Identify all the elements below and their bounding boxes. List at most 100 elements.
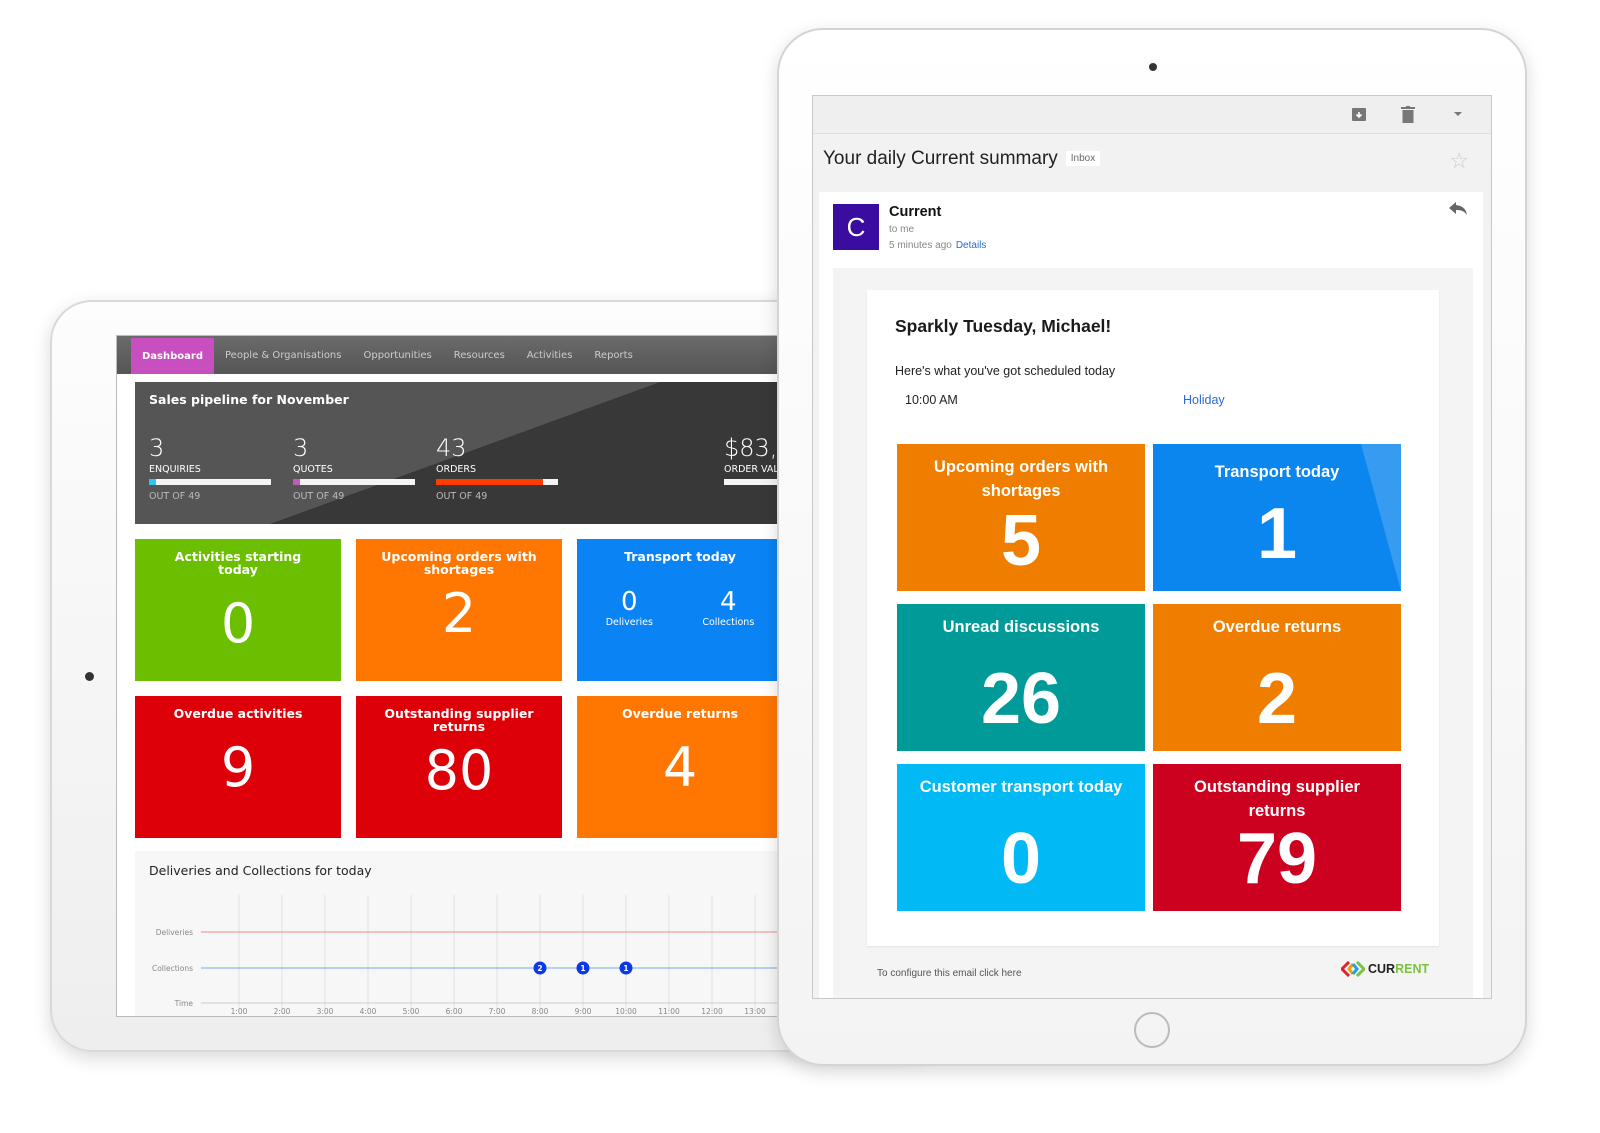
tile-overdue-returns[interactable]: Overdue returns 4 [577, 696, 780, 838]
x-tick-label: 2:00 [274, 1007, 291, 1016]
tile-title: Upcoming orders with shortages [933, 458, 1109, 500]
tile-title: Transport today [1214, 463, 1340, 481]
x-tick-label: 4:00 [360, 1007, 377, 1016]
subject-text: Your daily Current summary [823, 148, 1058, 169]
tile-title: Overdue returns [1212, 618, 1342, 636]
tile-title: Outstanding supplier returns [1194, 778, 1360, 820]
progress-bar [436, 479, 558, 485]
deliveries-count: 0 Deliveries [606, 587, 653, 628]
tile-title: Outstanding supplier returns [384, 706, 534, 734]
x-tick-label: 8:00 [532, 1007, 549, 1016]
camera [1149, 63, 1157, 71]
sent-time: 5 minutes ago Details [889, 240, 986, 251]
x-tick-label: 5:00 [403, 1007, 420, 1016]
main-nav: Dashboard People & Organisations Opportu… [117, 336, 780, 374]
email-screen: Your daily Current summary Inbox ☆ C Curr… [812, 95, 1492, 999]
tile-value: 79 [1236, 819, 1318, 899]
email-tile-upcoming-orders-shortages[interactable]: Upcoming orders with shortages 5 [897, 444, 1145, 591]
metric-label: ORDER VAL [724, 464, 779, 475]
trash-icon[interactable] [1399, 106, 1417, 124]
inbox-label[interactable]: Inbox [1065, 151, 1101, 167]
tab-activities[interactable]: Activities [516, 336, 584, 374]
email-subject: Your daily Current summary Inbox [823, 148, 1101, 170]
reply-icon[interactable] [1449, 200, 1467, 221]
logo-text-2: RENT [1395, 962, 1430, 976]
tab-reports[interactable]: Reports [583, 336, 643, 374]
greeting: Sparkly Tuesday, Michael! [895, 316, 1112, 336]
row-label: Collections [152, 964, 193, 973]
email-body: Sparkly Tuesday, Michael! Here's what yo… [833, 268, 1473, 998]
tile-transport-today[interactable]: Transport today 0 Deliveries 4 Collectio… [577, 539, 780, 681]
more-dropdown-icon[interactable] [1449, 106, 1467, 124]
logo-text-1: CUR [1368, 962, 1396, 976]
current-logo: CUR RENT [1341, 961, 1429, 977]
tile-value: 1 [1256, 494, 1298, 574]
progress-fill [149, 479, 157, 485]
stage: Dashboard People & Organisations Opportu… [0, 0, 1600, 1133]
metric-total: OUT OF 49 [293, 491, 345, 502]
email-tile-transport-today[interactable]: Transport today 1 [1153, 444, 1401, 591]
home-button[interactable] [1134, 1012, 1170, 1048]
metric-label: ENQUIRIES [149, 464, 201, 475]
metric-value: 3 [149, 434, 165, 462]
x-tick-label: 13:00 [744, 1007, 766, 1016]
email-toolbar [813, 96, 1491, 134]
metric-value: $83, [724, 434, 778, 462]
tile-value: 2 [441, 582, 477, 645]
email-tile-overdue-returns[interactable]: Overdue returns 2 [1153, 604, 1401, 751]
x-tick-label: 10:00 [615, 1007, 637, 1016]
archive-icon[interactable] [1350, 106, 1368, 124]
tile-overdue-activities[interactable]: Overdue activities 9 [135, 696, 341, 838]
metric-order-value[interactable]: $83, ORDER VAL [724, 434, 780, 485]
tile-title: Overdue returns [621, 706, 739, 721]
tab-resources[interactable]: Resources [443, 336, 516, 374]
metric-quotes[interactable]: 3 QUOTES OUT OF 49 [293, 434, 418, 502]
row-label: Deliveries [156, 928, 193, 937]
configure-email-link[interactable]: To configure this email click here [877, 968, 1022, 979]
schedule-intro: Here's what you've got scheduled today [895, 364, 1116, 378]
progress-bar [724, 479, 780, 485]
x-tick-label: 12:00 [701, 1007, 723, 1016]
split-value: 0 [621, 587, 638, 617]
email-tile-unread-discussions[interactable]: Unread discussions 26 [897, 604, 1145, 751]
split-value: 4 [720, 587, 737, 617]
tile-activities-starting-today[interactable]: Activities starting today 0 [135, 539, 341, 681]
camera [85, 672, 94, 681]
x-tick-label: 6:00 [446, 1007, 463, 1016]
x-tick-label: 9:00 [575, 1007, 592, 1016]
tile-title: Activities starting today [174, 549, 302, 577]
tab-people-organisations[interactable]: People & Organisations [214, 336, 352, 374]
schedule-event-link[interactable]: Holiday [1183, 393, 1225, 407]
metric-value: 43 [436, 434, 467, 462]
split-label: Collections [702, 617, 755, 628]
tile-value: 26 [980, 659, 1062, 739]
metric-orders[interactable]: 43 ORDERS OUT OF 49 [436, 434, 561, 502]
email-tile-customer-transport-today[interactable]: Customer transport today 0 [897, 764, 1145, 911]
crm-dashboard-screen: Dashboard People & Organisations Opportu… [116, 335, 781, 1017]
email-tile-outstanding-supplier-returns[interactable]: Outstanding supplier returns 79 [1153, 764, 1401, 911]
tab-dashboard[interactable]: Dashboard [131, 338, 214, 374]
tab-opportunities[interactable]: Opportunities [352, 336, 442, 374]
progress-bar [149, 479, 271, 485]
tile-value: 5 [1000, 501, 1042, 581]
x-tick-label: 11:00 [658, 1007, 680, 1016]
x-tick-label: 1:00 [231, 1007, 248, 1016]
tile-title: Transport today [624, 549, 736, 564]
metric-label: QUOTES [293, 464, 333, 475]
timeline-svg: 1:00 2:00 3:00 4:00 5:00 6:00 7:00 8:00 9:00 10:0… [152, 895, 780, 1016]
x-tick-label: 3:00 [317, 1007, 334, 1016]
timestamp: 5 minutes ago [889, 240, 952, 251]
x-tick-label: 7:00 [489, 1007, 506, 1016]
details-link[interactable]: Details [956, 240, 987, 251]
tile-upcoming-orders-shortages[interactable]: Upcoming orders with shortages 2 [356, 539, 562, 681]
axis-label-time: Time [174, 999, 194, 1008]
recipient: to me [889, 224, 915, 235]
tile-value: 0 [220, 592, 256, 655]
star-icon[interactable]: ☆ [1449, 148, 1469, 174]
event-count: 1 [580, 964, 585, 973]
metric-enquiries[interactable]: 3 ENQUIRIES OUT OF 49 [149, 434, 274, 502]
tile-value: 0 [1000, 819, 1042, 899]
tile-outstanding-supplier-returns[interactable]: Outstanding supplier returns 80 [356, 696, 562, 838]
tile-value: 9 [220, 736, 256, 799]
tile-value: 80 [424, 739, 494, 802]
